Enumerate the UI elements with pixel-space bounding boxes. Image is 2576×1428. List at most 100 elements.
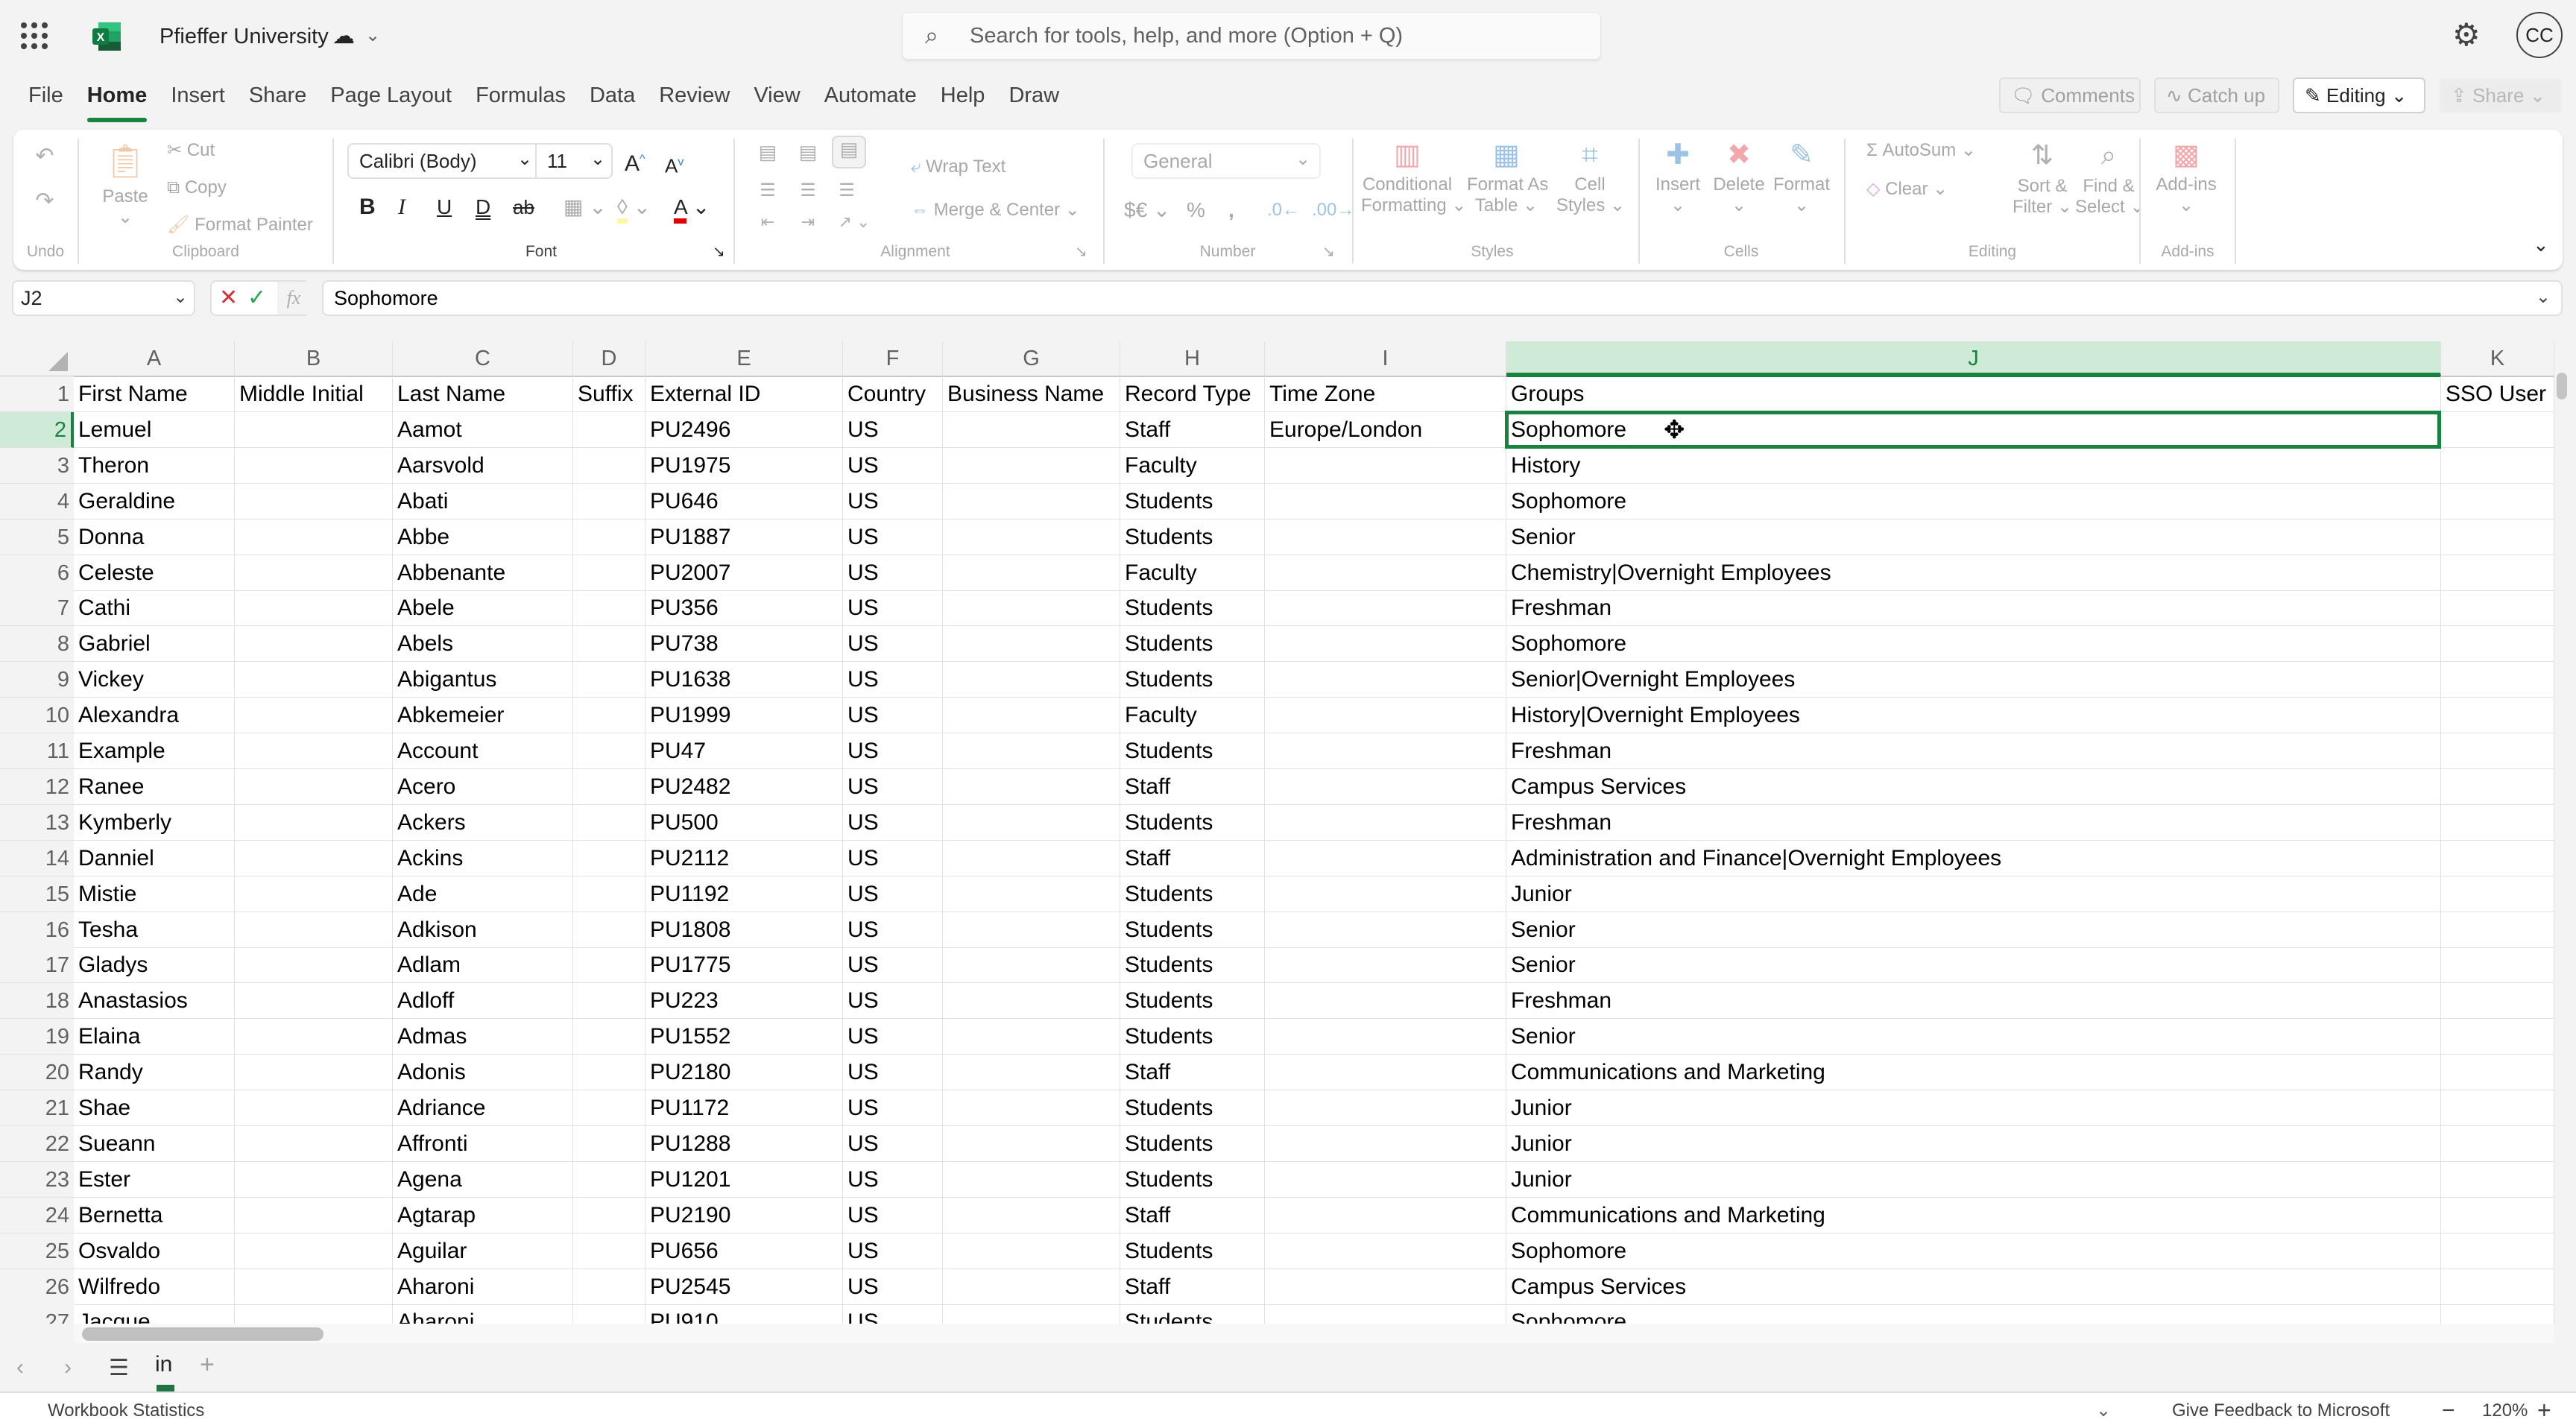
paste-button[interactable]: 📋︎ Paste ⌄ xyxy=(95,143,155,240)
cell-g18[interactable] xyxy=(943,983,1120,1020)
cell-i17[interactable] xyxy=(1265,947,1506,984)
tab-file[interactable]: File xyxy=(21,79,80,112)
cell-a23[interactable]: Ester xyxy=(74,1161,235,1198)
cell-a2[interactable]: Lemuel xyxy=(74,411,235,448)
cell-i22[interactable] xyxy=(1265,1125,1506,1162)
cell-e11[interactable]: PU47 xyxy=(645,733,843,769)
row-header[interactable]: 2 xyxy=(0,411,74,448)
horizontal-scrollbar-thumb[interactable] xyxy=(82,1327,323,1341)
cell-c8[interactable]: Abels xyxy=(393,626,573,663)
strikethrough-icon[interactable]: ab xyxy=(513,197,534,218)
cell-c17[interactable]: Adlam xyxy=(393,947,573,984)
cell-c15[interactable]: Ade xyxy=(393,876,573,912)
row-header[interactable]: 13 xyxy=(0,804,74,841)
cell-i14[interactable] xyxy=(1265,840,1506,876)
cell-a3[interactable]: Theron xyxy=(74,447,235,484)
cell-h25[interactable]: Students xyxy=(1120,1233,1265,1269)
cell-f13[interactable]: US xyxy=(843,804,943,841)
column-header-d[interactable]: D xyxy=(573,341,645,376)
cell-c26[interactable]: Aharoni xyxy=(393,1269,573,1305)
cell-a12[interactable]: Ranee xyxy=(74,768,235,805)
cell-h20[interactable]: Staff xyxy=(1120,1055,1265,1091)
cell-f17[interactable]: US xyxy=(843,947,943,984)
cell-k2[interactable] xyxy=(2441,411,2554,448)
cell-d12[interactable] xyxy=(573,768,645,805)
row-header[interactable]: 20 xyxy=(0,1055,74,1091)
cell-k8[interactable] xyxy=(2441,626,2554,663)
cell-a9[interactable]: Vickey xyxy=(74,662,235,698)
cell-b4[interactable] xyxy=(235,483,393,519)
cell-i26[interactable] xyxy=(1265,1269,1506,1305)
cell-a19[interactable]: Elaina xyxy=(74,1019,235,1055)
cell-b7[interactable] xyxy=(235,590,393,627)
align-middle-icon[interactable]: ▤ xyxy=(793,140,823,164)
cell-c21[interactable]: Adriance xyxy=(393,1090,573,1126)
cell-d23[interactable] xyxy=(573,1161,645,1198)
cell-e24[interactable]: PU2190 xyxy=(645,1197,843,1233)
cell-b24[interactable] xyxy=(235,1197,393,1233)
cell-b27[interactable] xyxy=(235,1304,393,1324)
cell-a15[interactable]: Mistie xyxy=(74,876,235,912)
cell-i18[interactable] xyxy=(1265,983,1506,1020)
cell-d5[interactable] xyxy=(573,519,645,555)
cell-i23[interactable] xyxy=(1265,1161,1506,1198)
cell-a20[interactable]: Randy xyxy=(74,1055,235,1091)
cell-d16[interactable] xyxy=(573,912,645,948)
share-button[interactable]: ⇪ Share ⌄ xyxy=(2439,78,2563,113)
cell-i10[interactable] xyxy=(1265,698,1506,734)
cell-g20[interactable] xyxy=(943,1055,1120,1091)
align-left-icon[interactable]: ☰ xyxy=(753,179,783,203)
currency-icon[interactable]: $€ ⌄ xyxy=(1124,200,1170,221)
collapse-ribbon-icon[interactable]: ⌄ xyxy=(2533,234,2549,255)
cell-f9[interactable]: US xyxy=(843,662,943,698)
cell-i13[interactable] xyxy=(1265,804,1506,841)
italic-icon[interactable]: I xyxy=(398,196,405,218)
cell-g1[interactable]: Business Name xyxy=(943,376,1120,412)
cell-a6[interactable]: Celeste xyxy=(74,555,235,591)
cell-g26[interactable] xyxy=(943,1269,1120,1305)
cell-a10[interactable]: Alexandra xyxy=(74,698,235,734)
cell-k10[interactable] xyxy=(2441,698,2554,734)
cell-d10[interactable] xyxy=(573,698,645,734)
cell-a1[interactable]: First Name xyxy=(74,376,235,412)
cell-g22[interactable] xyxy=(943,1125,1120,1162)
cell-c16[interactable]: Adkison xyxy=(393,912,573,948)
cell-e18[interactable]: PU223 xyxy=(645,983,843,1020)
dialog-launcher-icon[interactable]: ↘ xyxy=(1075,241,1087,262)
cell-d11[interactable] xyxy=(573,733,645,769)
cell-c11[interactable]: Account xyxy=(393,733,573,769)
cell-a17[interactable]: Gladys xyxy=(74,947,235,984)
cell-d4[interactable] xyxy=(573,483,645,519)
format-as-table-button[interactable]: ▦ Format As Table ⌄ xyxy=(1467,141,1548,216)
cell-j27[interactable]: Sophomore xyxy=(1506,1304,2441,1324)
cell-e13[interactable]: PU500 xyxy=(645,804,843,841)
add-sheet-icon[interactable]: + xyxy=(200,1350,215,1380)
cell-a4[interactable]: Geraldine xyxy=(74,483,235,519)
cell-b12[interactable] xyxy=(235,768,393,805)
column-header-j[interactable]: J xyxy=(1506,341,2441,377)
cancel-icon[interactable]: ✕ xyxy=(219,285,238,311)
cell-i27[interactable] xyxy=(1265,1304,1506,1324)
cell-j3[interactable]: History xyxy=(1506,447,2441,484)
all-sheets-icon[interactable]: ☰ xyxy=(109,1355,129,1381)
cell-k18[interactable] xyxy=(2441,983,2554,1020)
previous-sheet-icon[interactable]: ‹ xyxy=(16,1355,24,1380)
horizontal-scrollbar[interactable] xyxy=(74,1324,2554,1343)
cell-d13[interactable] xyxy=(573,804,645,841)
cell-i2[interactable]: Europe/London xyxy=(1265,411,1506,448)
cell-b15[interactable] xyxy=(235,876,393,912)
wrap-text-button[interactable]: ⤶ Wrap Text xyxy=(911,157,1006,177)
decrease-indent-icon[interactable]: ⇤ xyxy=(753,210,783,234)
cell-e23[interactable]: PU1201 xyxy=(645,1161,843,1198)
zoom-level[interactable]: 120% xyxy=(2482,1393,2528,1428)
cell-a5[interactable]: Donna xyxy=(74,519,235,555)
cell-g4[interactable] xyxy=(943,483,1120,519)
cell-j10[interactable]: History|Overnight Employees xyxy=(1506,698,2441,734)
cell-j8[interactable]: Sophomore xyxy=(1506,626,2441,663)
cell-h11[interactable]: Students xyxy=(1120,733,1265,769)
merge-center-button[interactable]: ⇔ Merge & Center ⌄ xyxy=(911,200,1080,221)
tab-view[interactable]: View xyxy=(746,79,816,112)
cell-f19[interactable]: US xyxy=(843,1019,943,1055)
add-ins-button[interactable]: ▩ Add-ins ⌄ xyxy=(2150,141,2223,216)
cell-b6[interactable] xyxy=(235,555,393,591)
